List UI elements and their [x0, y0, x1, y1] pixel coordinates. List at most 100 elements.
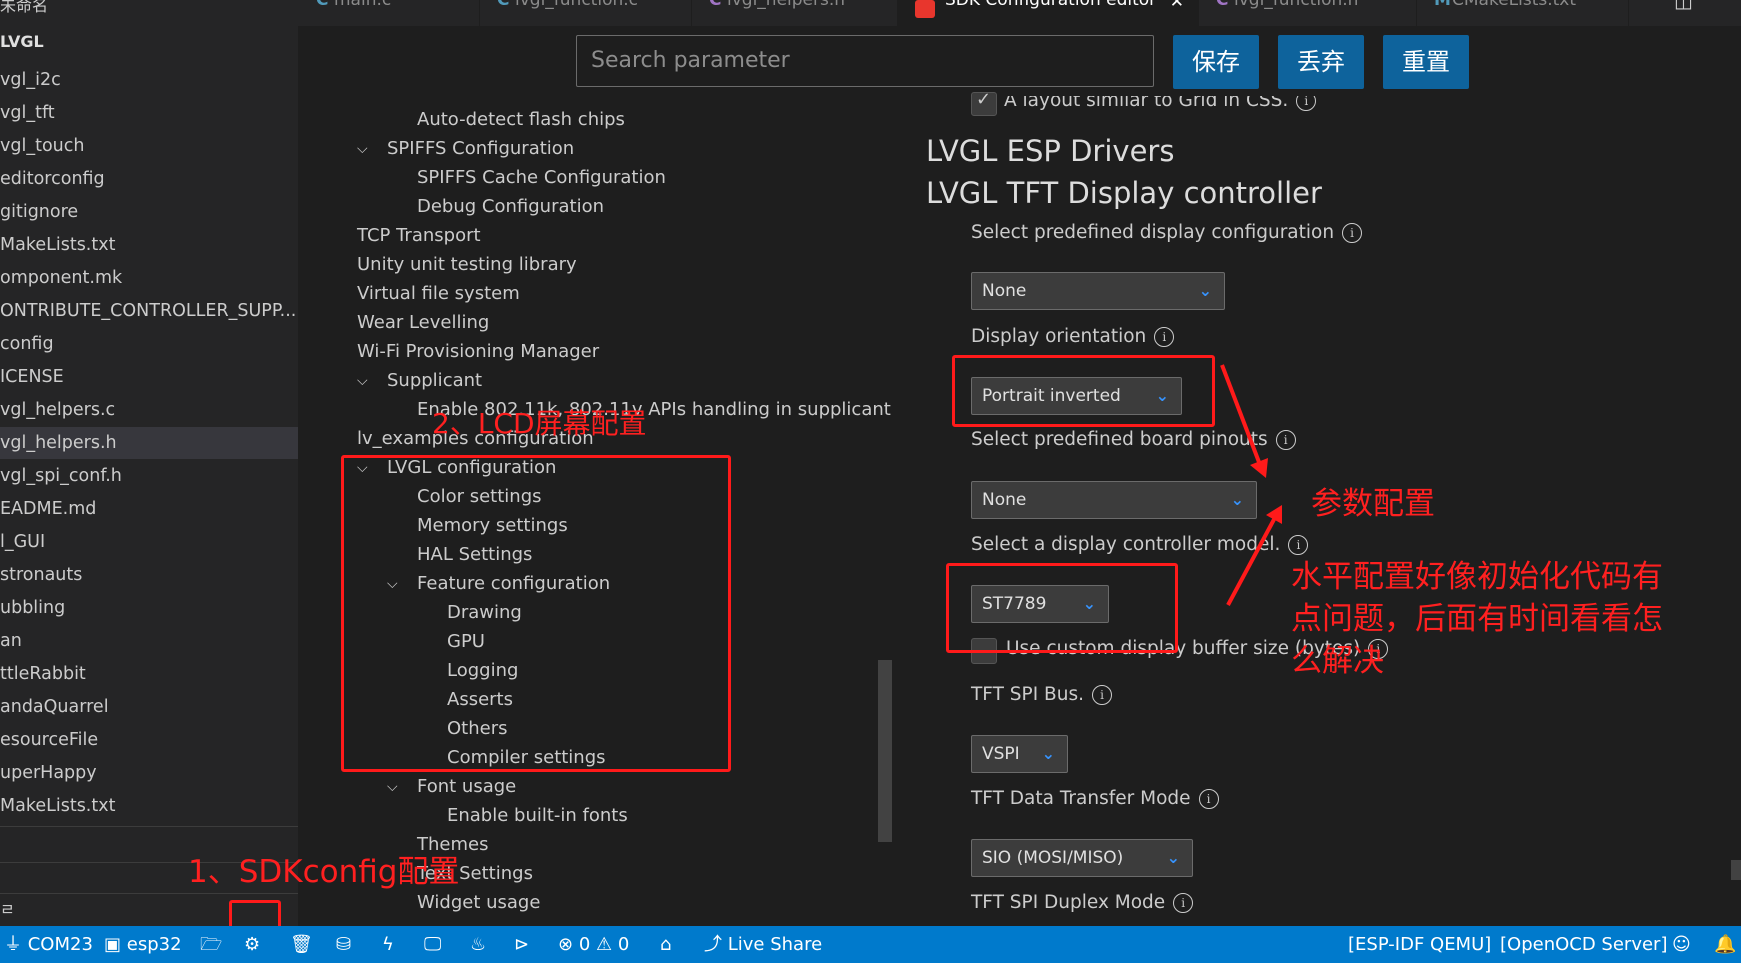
tree-item[interactable]: SPIFFS Configuration [387, 135, 574, 163]
file-item[interactable]: vgl_helpers.h [0, 427, 298, 459]
tree-scrollbar[interactable] [878, 660, 892, 842]
tree-item[interactable]: Auto-detect flash chips [417, 106, 625, 134]
bell-icon[interactable]: 🔔 [1714, 926, 1736, 963]
tree-item[interactable]: Unity unit testing library [357, 251, 577, 279]
info-icon[interactable]: i [1342, 223, 1363, 243]
espressif-icon [915, 0, 935, 18]
target-item[interactable]: ▣ esp32 [104, 926, 182, 963]
file-item[interactable]: EADME.md [0, 493, 298, 525]
tree-item[interactable]: Debug Configuration [417, 193, 604, 221]
close-icon[interactable]: ✕ [1170, 0, 1184, 12]
info-icon[interactable]: i [1091, 685, 1112, 705]
chevron-down-icon[interactable]: ⌵ [357, 367, 368, 395]
file-item[interactable]: config [0, 328, 298, 360]
file-item[interactable]: ICENSE [0, 361, 298, 393]
file-type-icon: C [497, 0, 510, 10]
spi-bus-select[interactable]: VSPI ⌄ [971, 735, 1068, 773]
tab-label: lvgl_function.h [1234, 0, 1359, 10]
panel-divider [0, 893, 298, 894]
annotation-note-line: 水平配置好像初始化代码有 [1291, 559, 1663, 595]
more-actions-icon[interactable]: ··· [254, 0, 269, 5]
gear-icon[interactable]: ⚙ [244, 926, 260, 963]
chevron-down-icon[interactable]: ⌵ [357, 135, 368, 163]
more-actions-icon[interactable]: ··· [1715, 0, 1732, 7]
flash-icon[interactable]: ϟ [382, 926, 394, 963]
tab-label: lvgl_helpers.h [727, 0, 846, 10]
file-item[interactable]: vgl_i2c [0, 64, 298, 96]
chevron-down-icon: ⌄ [1198, 281, 1212, 300]
database-icon[interactable]: ⛁ [336, 926, 351, 963]
file-item[interactable]: editorconfig [0, 163, 298, 195]
split-editor-icon[interactable]: ◫ [1674, 0, 1693, 12]
monitor-icon[interactable]: 🖵 [424, 926, 441, 963]
transfer-mode-select[interactable]: SIO (MOSI/MISO) ⌄ [971, 839, 1193, 877]
file-item[interactable]: esourceFile [0, 724, 298, 756]
serial-port-item[interactable]: ⏚ COM23 [4, 926, 93, 963]
transfer-mode-label: TFT Data Transfer Mode i [971, 788, 1219, 809]
file-item[interactable]: vgl_spi_conf.h [0, 460, 298, 492]
file-item[interactable]: vgl_touch [0, 130, 298, 162]
tree-item[interactable]: Enable built-in fonts [447, 802, 628, 830]
terminal-icon[interactable]: ⊳ [514, 926, 529, 963]
search-parameter-input[interactable]: Search parameter [576, 35, 1154, 87]
file-item[interactable]: vgl_helpers.c [0, 394, 298, 426]
grid-layout-checkbox[interactable]: ✓ [971, 89, 997, 116]
file-item[interactable]: an [0, 625, 298, 657]
save-button[interactable]: 保存 [1173, 35, 1259, 89]
tree-item[interactable]: Wear Levelling [357, 309, 489, 337]
tree-item[interactable]: Wi-Fi Provisioning Manager [357, 338, 599, 366]
panel-scrollbar[interactable] [1731, 860, 1741, 880]
tree-item[interactable]: SPIFFS Cache Configuration [417, 164, 666, 192]
editor-tab-bar: Cmain.c Clvgl_function.c Clvgl_helpers.h SD… [298, 0, 1741, 26]
folder-icon[interactable]: 🗁 [200, 926, 222, 963]
explorer-section-title[interactable]: LVGL [0, 32, 44, 51]
file-item[interactable]: omponent.mk [0, 262, 298, 294]
tab-file[interactable]: Cmain.c [298, 0, 480, 26]
tab-file[interactable]: Clvgl_helpers.h [691, 0, 898, 26]
live-share-item[interactable]: ⤴ Live Share [704, 926, 822, 963]
file-item[interactable]: stronauts [0, 559, 298, 591]
flame-icon[interactable]: ♨ [470, 926, 486, 963]
openocd-item[interactable]: [OpenOCD Server] [1500, 926, 1667, 963]
arrow-line [1226, 511, 1280, 606]
tab-file[interactable]: Clvgl_function.h [1198, 0, 1417, 26]
home-icon[interactable]: ⌂ [660, 926, 671, 963]
qemu-item[interactable]: [ESP-IDF QEMU] [1348, 926, 1491, 963]
trash-icon[interactable]: 🗑 [290, 926, 313, 963]
file-item[interactable]: vgl_tft [0, 97, 298, 129]
chevron-down-icon[interactable]: ⌵ [387, 773, 398, 801]
outline-section-label[interactable]: ㄹ [0, 896, 15, 920]
discard-button[interactable]: 丢弃 [1278, 35, 1364, 89]
tab-file[interactable]: Clvgl_function.c [479, 0, 692, 26]
panel-divider [0, 826, 298, 827]
tree-item[interactable]: Supplicant [387, 367, 482, 395]
info-icon[interactable]: i [1198, 789, 1219, 809]
spi-bus-label: TFT SPI Bus. i [971, 684, 1112, 705]
file-item[interactable]: MakeLists.txt [0, 790, 298, 822]
tab-sdk-config-editor[interactable]: SDK Configuration editor ✕ [897, 0, 1199, 26]
reset-button[interactable]: 重置 [1383, 35, 1469, 89]
predefined-display-select[interactable]: None ⌄ [971, 272, 1225, 310]
file-item[interactable]: MakeLists.txt [0, 229, 298, 261]
file-item[interactable]: ubbling [0, 592, 298, 624]
tree-item[interactable]: Virtual file system [357, 280, 520, 308]
heading-lvgl-esp-drivers: LVGL ESP Drivers [926, 134, 1175, 168]
file-item[interactable]: andaQuarrel [0, 691, 298, 723]
feedback-icon[interactable]: ☺ [1672, 926, 1691, 963]
tree-item[interactable]: TCP Transport [357, 222, 481, 250]
info-icon[interactable]: i [1154, 327, 1175, 347]
file-item[interactable]: l_GUI [0, 526, 298, 558]
problems-item[interactable]: ⊗ 0 ⚠ 0 [558, 926, 629, 963]
tab-label: lvgl_function.c [515, 0, 638, 10]
file-item[interactable]: ttleRabbit [0, 658, 298, 690]
explorer-header-cut: 未命名 [0, 0, 49, 15]
file-item[interactable]: gitignore [0, 196, 298, 228]
info-icon[interactable]: i [1296, 96, 1317, 111]
file-item[interactable]: ONTRIBUTE_CONTROLLER_SUPP... [0, 295, 298, 327]
tree-item[interactable]: Widget usage [417, 889, 540, 917]
info-icon[interactable]: i [1173, 893, 1194, 913]
file-item[interactable]: uperHappy [0, 757, 298, 789]
tab-file[interactable]: M CMakeLists.txt [1416, 0, 1629, 26]
tree-item[interactable]: Font usage [417, 773, 516, 801]
explorer-sidebar: 未命名 ··· LVGL vgl_i2cvgl_tftvgl_touchedit… [0, 0, 298, 926]
